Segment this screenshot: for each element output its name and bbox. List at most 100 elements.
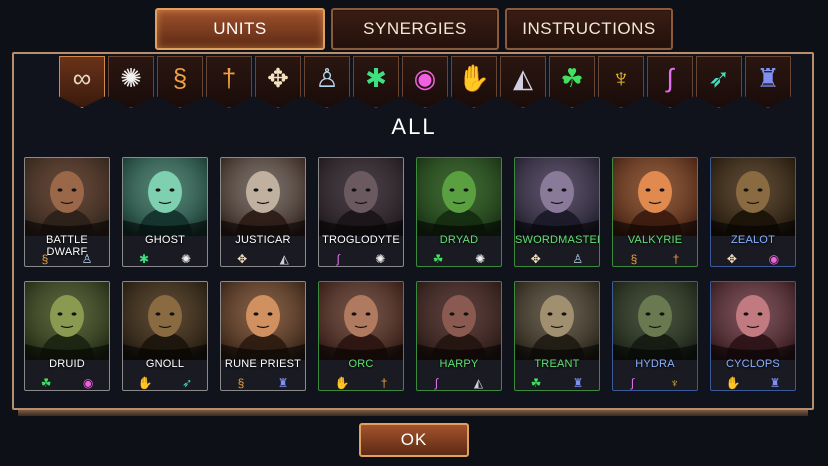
synergy-icon: §	[41, 252, 49, 266]
synergy-icon: ♙	[572, 252, 584, 266]
filter-spider[interactable]: ✱	[353, 56, 399, 108]
unit-name: DRYAD	[439, 234, 479, 246]
filter-spiral[interactable]: ✺	[108, 56, 154, 108]
unit-portrait	[319, 158, 403, 236]
filter-triquetra[interactable]: ☘	[549, 56, 595, 108]
synergy-icon: †	[672, 252, 680, 266]
unit-synergy-icons: ✱ ✺	[123, 252, 207, 266]
unit-portrait	[123, 158, 207, 236]
unit-name: HARPY	[439, 358, 479, 370]
synergy-icon: ◭	[473, 376, 484, 390]
unit-synergy-icons: ✋ †	[319, 376, 403, 390]
unit-synergy-icons: § ♙	[25, 252, 109, 266]
filter-crystal-ball[interactable]: ◉	[402, 56, 448, 108]
filter-hand[interactable]: ✋	[451, 56, 497, 108]
unit-name: HYDRA	[635, 358, 675, 370]
unit-name: VALKYRIE	[627, 234, 683, 246]
unit-synergy-icons: ∫ ♆	[613, 376, 697, 390]
filter-knight[interactable]: ♙	[304, 56, 350, 108]
synergy-icon: ✋	[334, 376, 350, 390]
unit-card-harpy[interactable]: HARPY ∫ ◭	[416, 281, 502, 391]
unit-portrait	[221, 282, 305, 360]
unit-synergy-icons: § †	[613, 252, 697, 266]
synergy-icon: ✋	[137, 376, 153, 390]
synergy-icon: §	[630, 252, 638, 266]
unit-portrait	[711, 158, 795, 236]
unit-card-rune-priest[interactable]: RUNE PRIEST § ♜	[220, 281, 306, 391]
synergy-icon: ➶	[182, 376, 193, 390]
filter-demon[interactable]: ♆	[598, 56, 644, 108]
filter-arrows[interactable]: ➶	[696, 56, 742, 108]
unit-card-dryad[interactable]: DRYAD ☘ ✺	[416, 157, 502, 267]
unit-card-valkyrie[interactable]: VALKYRIE § †	[612, 157, 698, 267]
unit-synergy-icons: ☘ ♜	[515, 376, 599, 390]
unit-card-druid[interactable]: DRUID ☘ ◉	[24, 281, 110, 391]
unit-portrait	[613, 282, 697, 360]
golem-icon: ♜	[756, 63, 780, 93]
unit-name: RUNE PRIEST	[224, 358, 302, 370]
unit-card-justicar[interactable]: JUSTICAR ✥ ◭	[220, 157, 306, 267]
synergy-icon: ✥	[726, 252, 737, 266]
ok-button[interactable]: OK	[359, 423, 469, 457]
arrows-icon: ➶	[708, 63, 730, 93]
serpent-icon: ∫	[666, 63, 674, 93]
triquetra-icon: ☘	[560, 63, 584, 93]
unit-card-troglodyte[interactable]: TROGLODYTE ∫ ✺	[318, 157, 404, 267]
unit-portrait	[319, 282, 403, 360]
synergy-icon: ∫	[630, 376, 635, 390]
unit-card-zealot[interactable]: ZEALOT ✥ ◉	[710, 157, 796, 267]
unit-card-battle-dwarf[interactable]: BATTLE DWARF § ♙	[24, 157, 110, 267]
unit-portrait	[25, 282, 109, 360]
unit-portrait	[221, 158, 305, 236]
synergy-filter-bar: ∞ ✺ § † ✥ ♙ ✱ ◉ ✋ ◭ ☘ ♆ ∫ ➶ ♜	[59, 56, 791, 108]
unit-portrait	[417, 282, 501, 360]
tab-instructions[interactable]: INSTRUCTIONS	[505, 8, 673, 50]
unit-portrait	[417, 158, 501, 236]
synergy-icon: ♆	[670, 376, 680, 390]
unit-portrait	[515, 158, 599, 236]
unit-name: TREANT	[534, 358, 580, 370]
unit-card-hydra[interactable]: HYDRA ∫ ♆	[612, 281, 698, 391]
unit-name: SWORDMASTER	[515, 234, 600, 246]
synergy-icon: ♜	[277, 376, 289, 390]
spider-icon: ✱	[365, 63, 387, 93]
unit-portrait	[711, 282, 795, 360]
spiral-icon: ✺	[120, 63, 142, 93]
unit-card-cyclops[interactable]: CYCLOPS ✋ ♜	[710, 281, 796, 391]
unit-card-ghost[interactable]: GHOST ✱ ✺	[122, 157, 208, 267]
unit-card-swordmaster[interactable]: SWORDMASTER ✥ ♙	[514, 157, 600, 267]
synergy-icon: ☘	[40, 376, 52, 390]
filter-golem[interactable]: ♜	[745, 56, 791, 108]
unit-synergy-icons: ✥ ♙	[515, 252, 599, 266]
filter-dragon[interactable]: §	[157, 56, 203, 108]
cross-knot-icon: ✥	[267, 63, 289, 93]
unit-name: GHOST	[144, 234, 186, 246]
knight-icon: ♙	[315, 63, 339, 93]
unit-card-gnoll[interactable]: GNOLL ✋ ➶	[122, 281, 208, 391]
infinity-icon: ∞	[72, 63, 92, 93]
synergy-icon: ∫	[336, 252, 340, 266]
tab-bar: UNITS SYNERGIES INSTRUCTIONS	[155, 8, 673, 50]
unit-name: JUSTICAR	[235, 234, 291, 246]
filter-hood[interactable]: ◭	[500, 56, 546, 108]
tab-synergies[interactable]: SYNERGIES	[331, 8, 499, 50]
unit-synergy-icons: ✋ ➶	[123, 376, 207, 390]
unit-name: DRUID	[49, 358, 85, 370]
unit-name: CYCLOPS	[726, 358, 780, 370]
demon-icon: ♆	[611, 63, 631, 93]
panel-trim	[18, 410, 808, 416]
tab-units[interactable]: UNITS	[155, 8, 325, 50]
unit-card-treant[interactable]: TREANT ☘ ♜	[514, 281, 600, 391]
filter-sword[interactable]: †	[206, 56, 252, 108]
filter-infinity[interactable]: ∞	[59, 56, 105, 108]
filter-cross-knot[interactable]: ✥	[255, 56, 301, 108]
dragon-icon: §	[172, 63, 188, 93]
synergy-icon: ✺	[475, 252, 486, 266]
unit-portrait	[613, 158, 697, 236]
synergy-icon: ♜	[769, 376, 781, 390]
synergy-icon: ✺	[180, 252, 192, 266]
unit-synergy-icons: ∫ ✺	[319, 252, 403, 266]
filter-serpent[interactable]: ∫	[647, 56, 693, 108]
unit-card-orc[interactable]: ORC ✋ †	[318, 281, 404, 391]
unit-synergy-icons: ∫ ◭	[417, 376, 501, 390]
